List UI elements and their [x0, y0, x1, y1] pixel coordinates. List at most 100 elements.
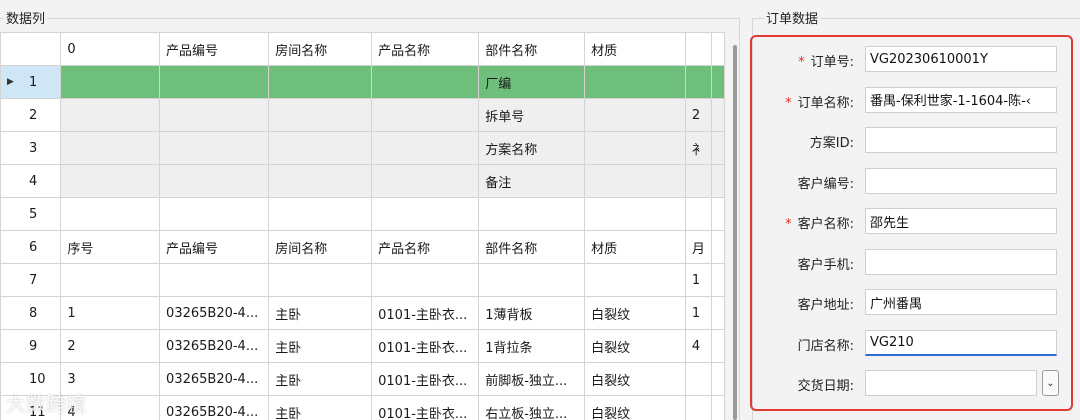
grid-cell[interactable]: 厂编: [478, 65, 586, 99]
grid-cell[interactable]: [684, 197, 713, 231]
grid-cell[interactable]: 2: [60, 329, 161, 363]
grid-cell[interactable]: 衤: [684, 131, 713, 165]
grid-cell[interactable]: 03265B20-4...: [159, 329, 270, 363]
grid-cell[interactable]: 产品名称: [371, 32, 480, 66]
grid-cell[interactable]: 主卧: [268, 329, 373, 363]
grid-cell[interactable]: 拆单号: [478, 98, 586, 132]
grid-cell[interactable]: 03265B20-4...: [159, 296, 270, 330]
field-input[interactable]: [865, 289, 1057, 315]
field-input[interactable]: [865, 127, 1057, 153]
grid-cell[interactable]: 材质: [584, 230, 686, 264]
grid-cell[interactable]: [684, 362, 713, 396]
grid-cell[interactable]: [684, 164, 713, 198]
row-header[interactable]: 2: [0, 98, 62, 132]
grid-cell[interactable]: 4: [684, 329, 713, 363]
grid-cell[interactable]: [60, 197, 161, 231]
table-row[interactable]: ▶ 1 厂编: [0, 65, 725, 99]
grid-cell[interactable]: 房间名称: [268, 32, 373, 66]
table-row[interactable]: 3 方案名称 衤: [0, 131, 725, 165]
table-row[interactable]: 10 3 03265B20-4... 主卧 0101-主卧衣... 前脚板-独立... 白裂…: [0, 362, 725, 396]
table-row[interactable]: 8 1 03265B20-4... 主卧 0101-主卧衣... 1薄背板 白裂纹 1: [0, 296, 725, 330]
row-header[interactable]: ▶ 1: [0, 65, 62, 99]
grid-cell[interactable]: 部件名称: [478, 230, 586, 264]
grid-cell[interactable]: 0101-主卧衣...: [371, 329, 480, 363]
table-row[interactable]: 0 产品编号 房间名称 产品名称 部件名称 材质: [0, 32, 725, 66]
grid-cell[interactable]: [159, 263, 270, 297]
table-row[interactable]: 11 4 03265B20-4... 主卧 0101-主卧衣... 右立板-独立... 白裂…: [0, 395, 725, 420]
row-header[interactable]: 3: [0, 131, 62, 165]
grid-cell[interactable]: 0101-主卧衣...: [371, 395, 480, 420]
grid-cell[interactable]: 产品编号: [159, 32, 270, 66]
grid-cell[interactable]: 右立板-独立...: [478, 395, 586, 420]
chevron-down-icon[interactable]: ⌄: [1042, 370, 1059, 396]
field-input[interactable]: [865, 46, 1057, 72]
row-header[interactable]: 9: [0, 329, 62, 363]
grid-cell[interactable]: [60, 65, 161, 99]
grid-cell[interactable]: 产品名称: [371, 230, 480, 264]
table-row[interactable]: 5: [0, 197, 725, 231]
grid-cell[interactable]: 序号: [60, 230, 161, 264]
grid-cell[interactable]: [371, 164, 480, 198]
field-input[interactable]: [865, 329, 1057, 356]
grid-cell[interactable]: 1: [684, 296, 713, 330]
table-row[interactable]: 2 拆单号 2: [0, 98, 725, 132]
grid-vertical-scrollbar[interactable]: [733, 45, 737, 420]
grid-cell[interactable]: [268, 65, 373, 99]
grid-cell[interactable]: [159, 98, 270, 132]
data-grid[interactable]: 0 产品编号 房间名称 产品名称 部件名称 材质 ▶ 1 厂编 2 拆单号 2 3 方案名称衤 4 备注 5 6 序…: [0, 32, 725, 420]
grid-cell[interactable]: 备注: [478, 164, 586, 198]
row-header[interactable]: 7: [0, 263, 62, 297]
grid-cell[interactable]: 1: [684, 263, 713, 297]
grid-cell[interactable]: 主卧: [268, 296, 373, 330]
grid-cell[interactable]: 主卧: [268, 395, 373, 420]
grid-cell[interactable]: [268, 197, 373, 231]
grid-cell[interactable]: 材质: [584, 32, 686, 66]
grid-cell[interactable]: 0: [60, 32, 161, 66]
grid-cell[interactable]: [60, 98, 161, 132]
grid-cell[interactable]: 白裂纹: [584, 362, 686, 396]
grid-cell[interactable]: 03265B20-4...: [159, 362, 270, 396]
grid-cell[interactable]: 部件名称: [478, 32, 586, 66]
row-header[interactable]: [0, 32, 62, 66]
grid-cell[interactable]: 方案名称: [478, 131, 586, 165]
grid-cell[interactable]: 0101-主卧衣...: [371, 362, 480, 396]
grid-cell[interactable]: [478, 263, 586, 297]
grid-cell[interactable]: [60, 164, 161, 198]
grid-cell[interactable]: [268, 263, 373, 297]
grid-cell[interactable]: 白裂纹: [584, 296, 686, 330]
grid-cell[interactable]: 白裂纹: [584, 329, 686, 363]
grid-cell[interactable]: 1: [60, 296, 161, 330]
grid-cell[interactable]: 2: [684, 98, 713, 132]
grid-cell[interactable]: [60, 131, 161, 165]
grid-cell[interactable]: [268, 131, 373, 165]
grid-cell[interactable]: [371, 65, 480, 99]
grid-cell[interactable]: [159, 164, 270, 198]
field-input[interactable]: [865, 86, 1057, 113]
field-input[interactable]: [865, 248, 1057, 275]
grid-cell[interactable]: [268, 164, 373, 198]
grid-cell[interactable]: [584, 197, 686, 231]
grid-cell[interactable]: [584, 263, 686, 297]
row-header[interactable]: 4: [0, 164, 62, 198]
grid-cell[interactable]: 产品编号: [159, 230, 270, 264]
grid-cell[interactable]: 1背拉条: [478, 329, 586, 363]
grid-cell[interactable]: [371, 263, 480, 297]
grid-cell[interactable]: 白裂纹: [584, 395, 686, 420]
grid-cell[interactable]: 房间名称: [268, 230, 373, 264]
grid-cell[interactable]: [60, 263, 161, 297]
grid-cell[interactable]: [478, 197, 586, 231]
grid-cell[interactable]: 月: [684, 230, 713, 264]
grid-cell[interactable]: [584, 65, 686, 99]
table-row[interactable]: 71: [0, 263, 725, 297]
delivery-date-input[interactable]: [865, 370, 1037, 396]
grid-cell[interactable]: 03265B20-4...: [159, 395, 270, 420]
grid-cell[interactable]: 主卧: [268, 362, 373, 396]
grid-cell[interactable]: [159, 65, 270, 99]
grid-cell[interactable]: [371, 131, 480, 165]
row-header[interactable]: 6: [0, 230, 62, 264]
grid-cell[interactable]: 1薄背板: [478, 296, 586, 330]
table-row[interactable]: 6 序号 产品编号 房间名称 产品名称 部件名称 材质月: [0, 230, 725, 264]
grid-cell[interactable]: [684, 395, 713, 420]
grid-cell[interactable]: 前脚板-独立...: [478, 362, 586, 396]
row-header[interactable]: 8: [0, 296, 62, 330]
